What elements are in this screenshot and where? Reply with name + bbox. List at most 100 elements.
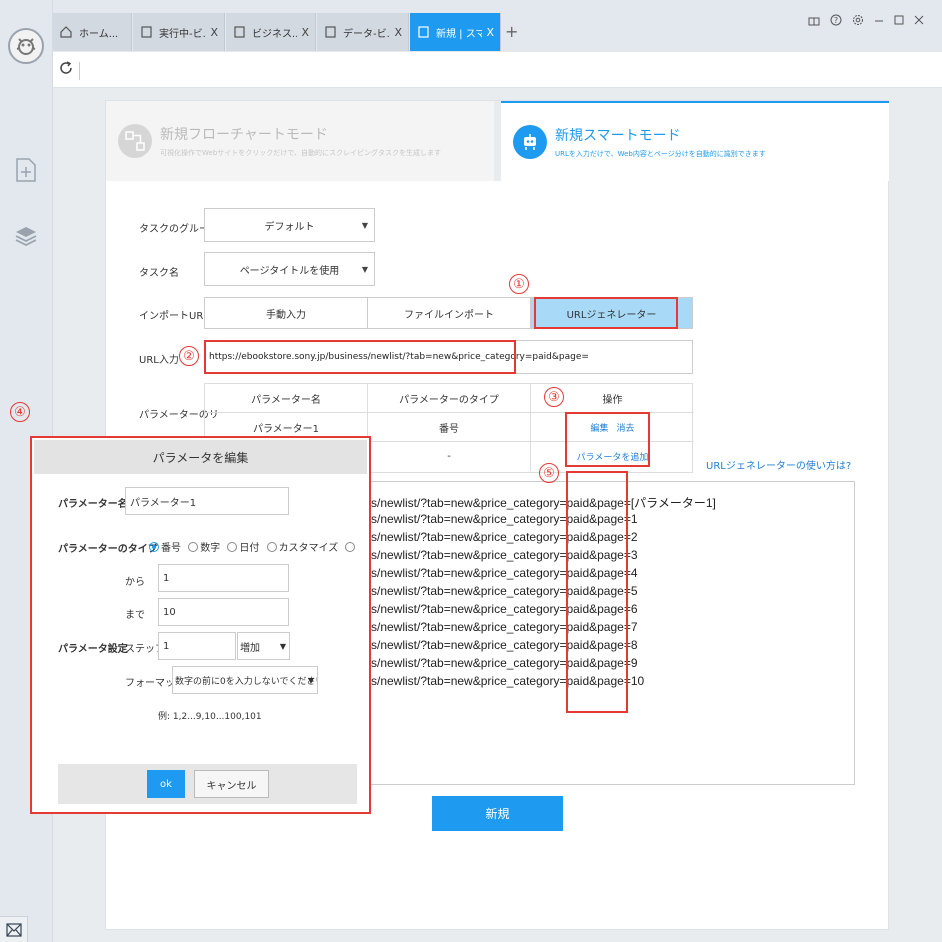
format-example: 例: 1,2...9,10...100,101 [158,712,262,722]
to-input[interactable]: 10 [158,598,289,626]
cancel-button[interactable]: キャンセル [194,770,269,798]
window-controls: ? [808,14,924,30]
radio-label: 番号 [161,543,181,554]
select-value: デフォルト [264,221,315,233]
tab-home[interactable]: ホーム... [53,13,132,51]
chevron-down-icon: ▼ [279,642,286,651]
mode-description: URLを入力だけで、Web内容とページ分けを自動的に識別できます [555,150,766,158]
divider [494,101,501,181]
task-name-label: タスク名 [139,268,179,279]
smart-mode-card[interactable]: 新規スマートモード URLを入力だけで、Web内容とページ分けを自動的に識別でき… [501,101,889,181]
mode-description: 可視化操作でWebサイトをクリックだけで、自動的にスクレイピングタスクを生成しま… [160,149,441,157]
ok-button[interactable]: ok [147,770,185,798]
column-header: パラメーターのタイプ [368,384,531,413]
table-header-row: パラメーター名 パラメーターのタイプ 操作 [205,384,694,413]
caret-down-icon: ▼ [361,265,368,274]
from-input[interactable]: 1 [158,564,289,592]
annotation-box-url-generator [534,297,678,329]
url-generator-help-link[interactable]: URLジェネレーターの使い方は? [706,457,851,472]
annotation-marker-1: ① [509,274,529,294]
page-icon [139,25,153,39]
from-label: から [125,577,145,588]
new-task-icon[interactable] [12,156,40,184]
annotation-marker-5: ⑤ [539,463,559,483]
flowchart-icon [118,124,152,158]
format-select[interactable]: 数字の前に0を入力しないでください ▼ [172,666,318,694]
tab-close-button[interactable]: X [301,26,309,39]
new-tab-button[interactable]: + [505,22,518,41]
address-bar [53,52,942,88]
edit-parameter-dialog: パラメータを編集 パラメーター名 パラメーター1 パラメーターのタイプ 番号 数… [30,436,371,814]
param-name-input[interactable]: パラメーター1 [125,487,289,515]
tab-business[interactable]: ビジネス... X [226,13,316,51]
create-button[interactable]: 新規 [432,796,563,831]
annotation-marker-2: ② [179,346,199,366]
tab-bar: ホーム... 実行中-ビ... X ビジネス... X データ-ビ... X 新… [53,0,942,52]
radio-digit[interactable]: 数字 [188,539,220,554]
radio-custom[interactable]: カスタマイズ [266,539,338,554]
task-group-select[interactable]: デフォルト ▼ [204,208,375,242]
tab-new-smart[interactable]: 新規 | スマ... X [410,13,501,51]
tab-close-button[interactable]: X [486,26,494,39]
step-direction-select[interactable]: 増加 ▼ [237,632,290,660]
home-icon [59,25,73,39]
tab-label: データ-ビ... [343,28,390,40]
app-logo-icon [8,28,44,64]
radio-dot [266,541,277,552]
step-input[interactable]: 1 [158,632,236,660]
annotation-marker-3: ③ [544,387,564,407]
manual-input-tab[interactable]: 手動入力 [204,297,368,329]
annotation-box-page-numbers [566,471,628,713]
close-window-icon[interactable] [914,14,924,30]
to-label: まで [125,610,145,621]
caret-down-icon: ▼ [361,221,368,230]
select-value: ページタイトルを使用 [239,265,340,277]
param-type-cell: 番号 [368,413,531,442]
mode-title: 新規スマートモード [555,128,681,144]
radio-label: 日付 [239,543,260,554]
radio-extra[interactable] [345,541,357,552]
settings-icon[interactable] [852,14,864,30]
tab-close-button[interactable]: X [394,26,402,39]
mail-icon[interactable] [0,916,28,942]
radio-dot [227,541,238,552]
layers-icon[interactable] [12,222,40,250]
dialog-footer: ok キャンセル [58,764,357,804]
annotation-box-url-input [204,340,516,374]
param-name-label: パラメーター名 [58,499,128,510]
help-icon[interactable]: ? [830,14,842,30]
param-type-radios: 番号 数字 日付 カスタマイズ [149,539,361,555]
tab-label: 実行中-ビ... [159,28,206,40]
radio-dot [149,541,159,552]
param-type-label: パラメーターのタイプ [58,544,158,555]
radio-label: 数字 [200,543,221,554]
maximize-icon[interactable] [894,14,904,30]
import-url-label: インポートURL [139,311,209,322]
radio-number[interactable]: 番号 [149,539,181,554]
minimize-icon[interactable] [874,14,884,30]
annotation-box-actions [565,412,650,467]
url-input-label: URL入力 [139,355,179,366]
list-item: s/newlist/?tab=new&price_category=paid&p… [371,496,716,510]
select-value: 増加 [240,642,260,654]
radio-date[interactable]: 日付 [227,539,259,554]
chevron-down-icon: ▼ [307,676,314,685]
divider [79,62,80,80]
svg-text:?: ? [834,16,838,25]
refresh-icon[interactable] [59,60,73,79]
tab-label: 新規 | スマ... [436,28,483,40]
tab-label: ホーム... [79,28,119,40]
gift-icon[interactable] [808,14,820,30]
page-icon [416,25,430,39]
page-icon [232,25,246,39]
param-type-cell: - [368,442,531,471]
tab-close-button[interactable]: X [210,26,218,39]
param-setting-label: パラメータ設定 [58,644,128,655]
flowchart-mode-card[interactable]: 新規フローチャートモード 可視化操作でWebサイトをクリックだけで、自動的にスク… [106,101,494,181]
file-import-tab[interactable]: ファイルインポート [367,297,531,329]
task-name-select[interactable]: ページタイトルを使用 ▼ [204,252,375,286]
annotation-marker-4: ④ [10,402,30,422]
tab-data[interactable]: データ-ビ... X [317,13,409,51]
tab-running[interactable]: 実行中-ビ... X [133,13,225,51]
tab-label: ビジネス... [252,28,298,40]
